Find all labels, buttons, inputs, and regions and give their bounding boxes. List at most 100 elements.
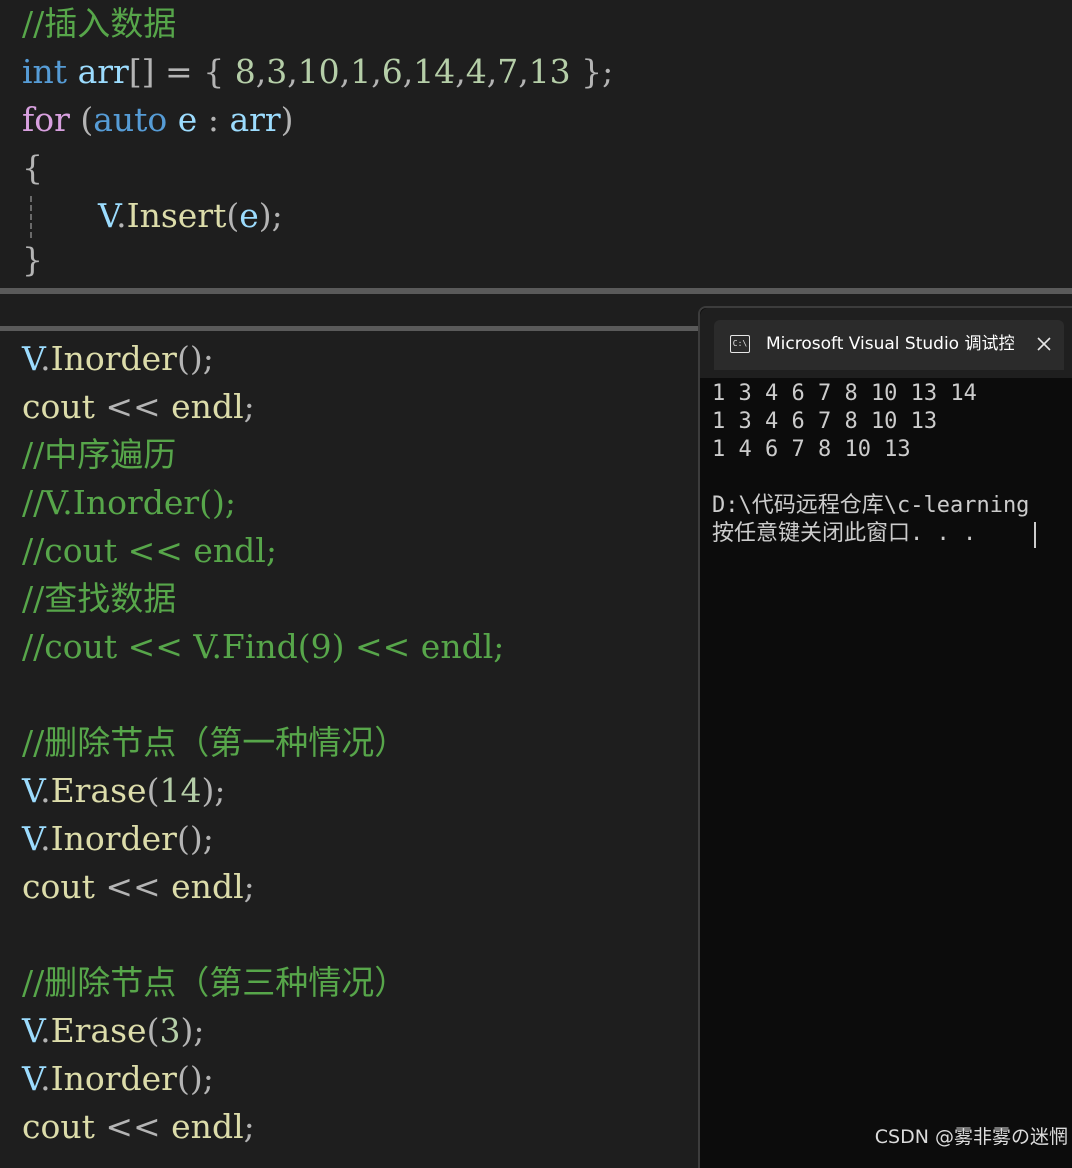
arr-value: 3 bbox=[266, 52, 288, 91]
erase-function: Erase bbox=[50, 771, 147, 810]
comment-find-call: //cout << V.Find(9) << endl; bbox=[22, 627, 505, 666]
inorder-object: V bbox=[22, 1059, 41, 1098]
output-line: 1 3 4 6 7 8 10 13 bbox=[712, 409, 938, 434]
console-titlebar[interactable]: C:\ Microsoft Visual Studio 调试控制台 bbox=[700, 308, 1072, 378]
close-icon[interactable] bbox=[1032, 332, 1056, 356]
insert-function: Insert bbox=[126, 196, 227, 235]
insert-dot: . bbox=[116, 196, 127, 235]
comment-erase-case3: //删除节点（第三种情况） bbox=[22, 963, 408, 1002]
watermark: CSDN @雾非雾の迷惘 bbox=[874, 1126, 1068, 1148]
indent-guide bbox=[30, 196, 32, 238]
erase-open-paren: ( bbox=[146, 1011, 160, 1050]
brace-close: } bbox=[22, 240, 43, 279]
code-editor-top-pane[interactable]: //插入数据 int arr[] = { 8,3,10,1,6,14,4,7,1… bbox=[0, 0, 1072, 290]
output-line: D:\代码远程仓库\c-learning bbox=[712, 493, 1030, 518]
inorder-function: Inorder bbox=[50, 819, 177, 858]
comment-find: //查找数据 bbox=[22, 579, 177, 618]
erase-function: Erase bbox=[50, 1011, 147, 1050]
inorder-object: V bbox=[22, 819, 41, 858]
console-icon: C:\ bbox=[730, 335, 750, 353]
semicolon: ; bbox=[243, 387, 255, 426]
loop-range: arr bbox=[229, 100, 281, 139]
erase-call-line: V.Erase(3); bbox=[22, 1007, 204, 1055]
auto-keyword: auto bbox=[93, 100, 168, 139]
output-line: 1 4 6 7 8 10 13 bbox=[712, 437, 911, 462]
for-keyword: for bbox=[22, 100, 70, 139]
array-declaration-line: int arr[] = { 8,3,10,1,6,14,4,7,13 }; bbox=[22, 52, 614, 91]
insert-argument: e bbox=[239, 196, 259, 235]
bottom-pane-top-border bbox=[0, 326, 700, 331]
arr-value: 6 bbox=[381, 52, 403, 91]
erase-argument: 14 bbox=[159, 771, 202, 810]
console-title: Microsoft Visual Studio 调试控制台 bbox=[766, 334, 1014, 354]
for-open-paren: ( bbox=[69, 100, 94, 139]
arr-value: 7 bbox=[497, 52, 519, 91]
arr-value: 13 bbox=[528, 52, 571, 91]
inorder-dot: . bbox=[40, 339, 51, 378]
output-line: 1 3 4 6 7 8 10 13 14 bbox=[712, 381, 977, 406]
inorder-dot: . bbox=[40, 819, 51, 858]
text-cursor bbox=[1034, 522, 1036, 548]
erase-object: V bbox=[22, 1011, 41, 1050]
cout-identifier: cout bbox=[22, 1107, 95, 1146]
cout-line: cout << endl; bbox=[22, 1103, 255, 1151]
erase-argument: 3 bbox=[159, 1011, 181, 1050]
cout-line: cout << endl; bbox=[22, 383, 255, 431]
insert-call-line: V.Insert(e); bbox=[98, 192, 283, 240]
insert-open-paren: ( bbox=[226, 196, 240, 235]
arr-value: 8 bbox=[234, 52, 256, 91]
endl-identifier: endl bbox=[171, 1107, 244, 1146]
arr-assign: = { bbox=[154, 52, 235, 91]
inorder-function: Inorder bbox=[50, 1059, 177, 1098]
erase-dot: . bbox=[40, 1011, 51, 1050]
inorder-call-line: V.Inorder(); bbox=[22, 815, 214, 863]
int-keyword: int bbox=[22, 52, 68, 91]
comment-inorder: //中序遍历 bbox=[22, 435, 177, 474]
erase-open-paren: ( bbox=[146, 771, 160, 810]
inorder-rest: (); bbox=[176, 819, 214, 858]
stream-operator: << bbox=[94, 1107, 172, 1146]
inorder-object: V bbox=[22, 339, 41, 378]
output-line: 按任意键关闭此窗口. . . bbox=[712, 521, 977, 546]
arr-brackets: [] bbox=[128, 52, 155, 91]
inorder-dot: . bbox=[40, 1059, 51, 1098]
inorder-rest: (); bbox=[176, 339, 214, 378]
comment-cout: //cout << endl; bbox=[22, 531, 277, 570]
stream-operator: << bbox=[94, 867, 172, 906]
insert-object: V bbox=[98, 196, 117, 235]
comment-inorder-call: //V.Inorder(); bbox=[22, 483, 237, 522]
loop-variable: e bbox=[167, 100, 198, 139]
comment-insert: //插入数据 bbox=[22, 4, 177, 43]
endl-identifier: endl bbox=[171, 387, 244, 426]
inorder-function: Inorder bbox=[50, 339, 177, 378]
erase-close: ); bbox=[180, 1011, 205, 1050]
arr-value: 14 bbox=[413, 52, 456, 91]
arr-value: 10 bbox=[297, 52, 340, 91]
for-close-paren: ) bbox=[280, 100, 294, 139]
erase-object: V bbox=[22, 771, 41, 810]
inorder-call-line: V.Inorder(); bbox=[22, 1055, 214, 1103]
pane-splitter[interactable] bbox=[0, 288, 1072, 294]
inorder-rest: (); bbox=[176, 1059, 214, 1098]
arr-identifier: arr bbox=[77, 52, 129, 91]
erase-dot: . bbox=[40, 771, 51, 810]
cout-identifier: cout bbox=[22, 387, 95, 426]
endl-identifier: endl bbox=[171, 867, 244, 906]
debug-console-window[interactable]: C:\ Microsoft Visual Studio 调试控制台 1 3 4 … bbox=[698, 306, 1072, 1168]
console-tab[interactable]: C:\ Microsoft Visual Studio 调试控制台 bbox=[714, 320, 1064, 370]
cout-identifier: cout bbox=[22, 867, 95, 906]
for-loop-line: for (auto e : arr) bbox=[22, 96, 294, 144]
brace-open: { bbox=[22, 148, 43, 187]
inorder-call-line: V.Inorder(); bbox=[22, 335, 214, 383]
comment-erase-case1: //删除节点（第一种情况） bbox=[22, 723, 408, 762]
arr-value: 1 bbox=[350, 52, 372, 91]
insert-close: ); bbox=[258, 196, 283, 235]
arr-close: }; bbox=[570, 52, 614, 91]
erase-close: ); bbox=[201, 771, 226, 810]
stream-operator: << bbox=[94, 387, 172, 426]
semicolon: ; bbox=[243, 1107, 255, 1146]
semicolon: ; bbox=[243, 867, 255, 906]
arr-value: 4 bbox=[465, 52, 487, 91]
loop-colon: : bbox=[197, 100, 230, 139]
erase-call-line: V.Erase(14); bbox=[22, 767, 225, 815]
